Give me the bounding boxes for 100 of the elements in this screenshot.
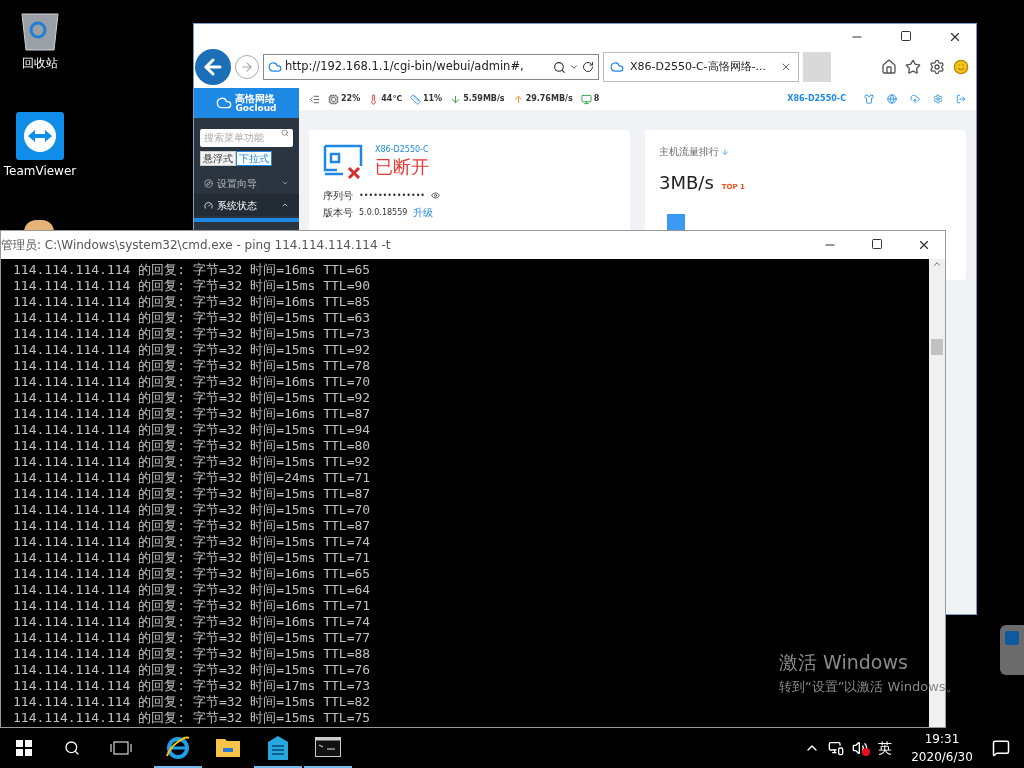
console-line: 114.114.114.114 的回复: 字节=32 时间=16ms TTL=65: [13, 262, 371, 278]
folder-icon[interactable]: [215, 736, 241, 758]
address-bar[interactable]: http://192.168.1.1/cgi-bin/webui/admin#,: [263, 54, 599, 80]
network-icon[interactable]: [828, 740, 844, 756]
upgrade-link[interactable]: 升级: [413, 205, 434, 220]
console-line: 114.114.114.114 的回复: 字节=32 时间=15ms TTL=92: [13, 342, 371, 358]
ie-icon[interactable]: [165, 734, 191, 760]
console-line: 114.114.114.114 的回复: 字节=32 时间=15ms TTL=74: [13, 534, 371, 550]
menu-label: 系统状态: [217, 198, 258, 213]
stat-value: 5.59MB/s: [463, 93, 505, 105]
chevron-up-icon: [281, 201, 289, 209]
console-line: 114.114.114.114 的回复: 字节=32 时间=15ms TTL=63: [13, 310, 371, 326]
menu-search-field[interactable]: 搜索菜单功能: [200, 128, 293, 147]
compass-icon: [204, 178, 213, 188]
stat-value: 29.76MB/s: [525, 93, 573, 105]
sidebar-menu-item[interactable]: 设置向导: [194, 172, 299, 194]
maximize-icon[interactable]: [871, 238, 883, 250]
console-line: 114.114.114.114 的回复: 字节=32 时间=24ms TTL=71: [13, 470, 371, 486]
cloud-icon: [268, 60, 282, 74]
console-line: 114.114.114.114 的回复: 字节=32 时间=15ms TTL=92: [13, 454, 371, 470]
notifications-icon[interactable]: [992, 739, 1010, 757]
dropdown-icon[interactable]: [569, 62, 579, 72]
teamviewer-icon[interactable]: [16, 112, 64, 160]
star-icon[interactable]: [905, 59, 921, 75]
eye-icon[interactable]: [431, 191, 441, 200]
console-line: 114.114.114.114 的回复: 字节=32 时间=15ms TTL=64: [13, 582, 371, 598]
console-line: 114.114.114.114 的回复: 字节=32 时间=15ms TTL=87: [13, 518, 371, 534]
menu-label: 设置向导: [217, 176, 258, 191]
device-model: X86-D2550-C: [375, 144, 429, 156]
address-text: http://192.168.1.1/cgi-bin/webui/admin#,: [285, 58, 525, 76]
scroll-up-icon[interactable]: [932, 259, 942, 269]
menu-collapse-icon[interactable]: [309, 93, 320, 105]
console-line: 114.114.114.114 的回复: 字节=32 时间=15ms TTL=80: [13, 438, 371, 454]
logo-subtitle: Gocloud: [235, 103, 277, 113]
clock-date[interactable]: 2020/6/30: [911, 748, 973, 766]
stat-value: 11%: [423, 93, 443, 105]
console-line: 114.114.114.114 的回复: 字节=32 时间=15ms TTL=78: [13, 358, 371, 374]
console-line: 114.114.114.114 的回复: 字节=32 时间=16ms TTL=70: [13, 374, 371, 390]
forward-arrow-icon: [240, 60, 254, 74]
browser-tab[interactable]: X86-D2550-C-高恪网络-...: [603, 52, 799, 82]
scroll-thumb[interactable]: [931, 339, 943, 355]
maximize-icon[interactable]: [900, 30, 912, 42]
monitor-icon: [580, 93, 592, 105]
device-name: X86-D2550-C: [787, 93, 846, 105]
input-method[interactable]: 英: [878, 737, 892, 759]
sidebar-menu-item[interactable]: 系统状态: [194, 194, 299, 216]
stat-value: 44℃: [381, 93, 402, 105]
disconnected-network-icon: [323, 144, 365, 180]
console-line: 114.114.114.114 的回复: 字节=32 时间=15ms TTL=88: [13, 646, 371, 662]
settings-icon[interactable]: [929, 59, 945, 75]
console-line: 114.114.114.114 的回复: 字节=32 时间=16ms TTL=71: [13, 598, 371, 614]
stat-value: 8: [593, 93, 600, 105]
chip-icon: [328, 93, 339, 105]
shirt-icon[interactable]: [864, 94, 874, 104]
console-line: 114.114.114.114 的回复: 字节=32 时间=15ms TTL=87: [13, 486, 371, 502]
back-button[interactable]: [195, 49, 231, 85]
clock-time[interactable]: 19:31: [924, 730, 960, 748]
cloud-icon: [610, 60, 624, 74]
muted-volume-icon[interactable]: [852, 740, 870, 756]
ruler-icon: [410, 93, 421, 105]
serial-label: 序列号: [323, 189, 353, 203]
arrow-up-icon: [512, 93, 524, 105]
windows-start-icon[interactable]: [16, 740, 32, 756]
tab-title: X86-D2550-C-高恪网络-...: [630, 58, 768, 75]
card-title: 主机流量排行: [659, 145, 719, 159]
close-icon[interactable]: [948, 30, 962, 44]
task-view-icon[interactable]: [110, 741, 132, 755]
console-line: 114.114.114.114 的回复: 字节=32 时间=15ms TTL=70: [13, 502, 371, 518]
console-line: 114.114.114.114 的回复: 字节=32 时间=15ms TTL=94: [13, 422, 371, 438]
search-icon: [281, 129, 289, 137]
traffic-value: 3MB/s: [659, 171, 714, 195]
console-line: 114.114.114.114 的回复: 字节=32 时间=16ms TTL=74: [13, 614, 371, 630]
console-line: 114.114.114.114 的回复: 字节=32 时间=15ms TTL=92: [13, 390, 371, 406]
console-line: 114.114.114.114 的回复: 字节=32 时间=15ms TTL=71: [13, 550, 371, 566]
home-icon[interactable]: [881, 59, 897, 75]
stat-value: 22%: [341, 93, 361, 105]
console-line: 114.114.114.114 的回复: 字节=32 时间=15ms TTL=76: [13, 662, 371, 678]
console-line: 114.114.114.114 的回复: 字节=32 时间=15ms TTL=82: [13, 694, 371, 710]
building-icon[interactable]: [266, 734, 290, 760]
logo-name: 高恪网络: [235, 93, 277, 104]
search-icon[interactable]: [64, 740, 80, 756]
search-icon[interactable]: [553, 60, 566, 74]
globe-icon[interactable]: [887, 94, 897, 104]
mode-toggle[interactable]: 下拉式: [236, 151, 272, 166]
console-line: 114.114.114.114 的回复: 字节=32 时间=15ms TTL=73: [13, 326, 371, 342]
serial-value: ••••••••••••••: [359, 189, 426, 202]
connection-status: 已断开: [375, 156, 429, 179]
desktop-icon-label[interactable]: TeamViewer: [3, 162, 77, 180]
close-icon[interactable]: [780, 61, 792, 73]
desktop-icon-label[interactable]: 回收站: [22, 54, 58, 72]
mode-toggle[interactable]: 悬浮式: [200, 151, 236, 166]
version-value: 5.0.0.18559: [359, 206, 408, 219]
close-icon[interactable]: [917, 238, 931, 252]
smiley-icon[interactable]: [953, 59, 969, 75]
terminal-icon[interactable]: [315, 737, 341, 757]
console-line: 114.114.114.114 的回复: 字节=32 时间=16ms TTL=65: [13, 566, 371, 582]
chevron-down-icon: [281, 179, 289, 187]
console-line: 114.114.114.114 的回复: 字节=32 时间=15ms TTL=77: [13, 630, 371, 646]
logo-icon: [216, 95, 233, 111]
refresh-icon[interactable]: [582, 61, 594, 73]
